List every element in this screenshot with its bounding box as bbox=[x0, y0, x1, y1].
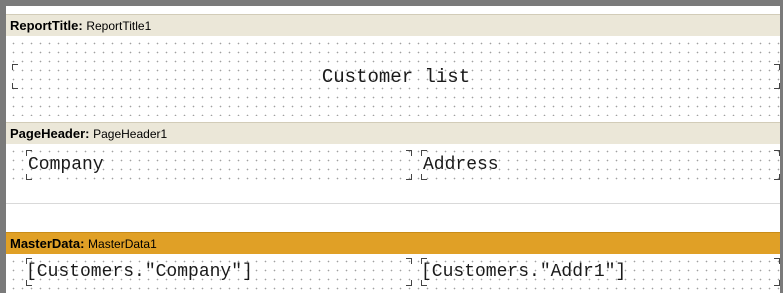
report-title-band-header[interactable]: ReportTitle: ReportTitle1 bbox=[6, 14, 780, 36]
report-title-band[interactable]: Customer list bbox=[6, 36, 780, 116]
band-name-label: MasterData1 bbox=[88, 237, 157, 251]
company-header-text: Company bbox=[28, 155, 104, 175]
band-type-label: MasterData bbox=[10, 236, 81, 251]
band-name-label: ReportTitle1 bbox=[86, 19, 152, 33]
designer-frame-top bbox=[0, 0, 783, 6]
page-header-band[interactable]: Company Address bbox=[6, 144, 780, 186]
master-data-band-header[interactable]: MasterData: MasterData1 bbox=[6, 232, 780, 254]
band-separator bbox=[6, 203, 780, 204]
page-header-band-header[interactable]: PageHeader: PageHeader1 bbox=[6, 122, 780, 144]
report-title-text-object[interactable]: Customer list bbox=[12, 64, 780, 89]
master-data-band[interactable]: [Customers."Company"] [Customers."Addr1"… bbox=[6, 254, 780, 293]
company-field-text: [Customers."Company"] bbox=[26, 262, 253, 282]
band-type-label: ReportTitle bbox=[10, 18, 79, 33]
company-header-text-object[interactable]: Company bbox=[26, 150, 412, 180]
company-field-object[interactable]: [Customers."Company"] bbox=[26, 258, 412, 286]
address-field-object[interactable]: [Customers."Addr1"] bbox=[421, 258, 780, 286]
report-title-text: Customer list bbox=[321, 65, 471, 88]
address-header-text: Address bbox=[423, 155, 499, 175]
band-type-label: PageHeader bbox=[10, 126, 86, 141]
band-name-label: PageHeader1 bbox=[93, 127, 168, 141]
address-field-text: [Customers."Addr1"] bbox=[421, 262, 627, 282]
address-header-text-object[interactable]: Address bbox=[421, 150, 780, 180]
